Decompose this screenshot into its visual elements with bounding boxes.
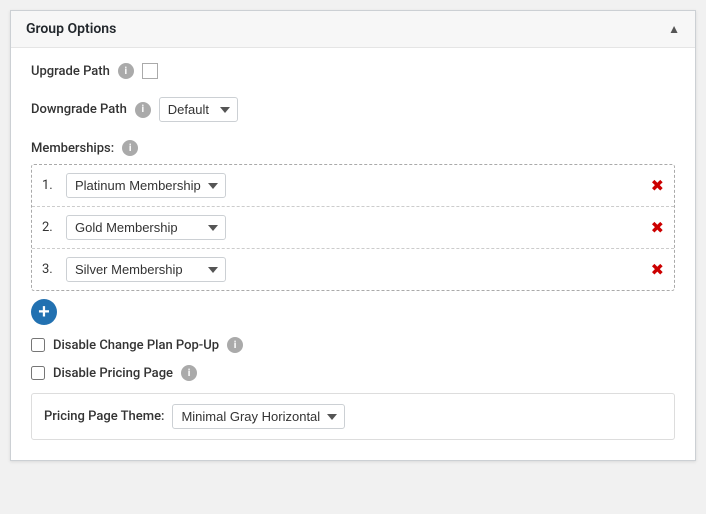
- upgrade-path-label: Upgrade Path: [31, 64, 110, 79]
- pricing-theme-select[interactable]: Minimal Gray Horizontal Default Classic: [172, 404, 345, 429]
- pricing-theme-section: Pricing Page Theme: Minimal Gray Horizon…: [31, 393, 675, 440]
- upgrade-path-row: Upgrade Path i: [31, 63, 675, 79]
- disable-change-plan-row: Disable Change Plan Pop-Up i: [31, 337, 675, 353]
- memberships-label: Memberships:: [31, 141, 114, 156]
- memberships-label-row: Memberships: i: [31, 140, 675, 156]
- membership-number-2: 2.: [42, 220, 60, 235]
- downgrade-path-label: Downgrade Path: [31, 102, 127, 117]
- group-options-panel: Group Options ▲ Upgrade Path i Downgrade…: [10, 10, 696, 461]
- panel-toggle-icon[interactable]: ▲: [668, 22, 680, 36]
- panel-header: Group Options ▲: [11, 11, 695, 48]
- membership-item-3: 3. Platinum Membership Gold Membership S…: [32, 249, 674, 290]
- membership-item-1: 1. Platinum Membership Gold Membership S…: [32, 165, 674, 207]
- memberships-section: Memberships: i 1. Platinum Membership Go…: [31, 140, 675, 325]
- downgrade-path-select[interactable]: Default None Custom: [159, 97, 238, 122]
- membership-item-2: 2. Platinum Membership Gold Membership S…: [32, 207, 674, 249]
- disable-pricing-row: Disable Pricing Page i: [31, 365, 675, 381]
- upgrade-path-info-icon[interactable]: i: [118, 63, 134, 79]
- memberships-info-icon[interactable]: i: [122, 140, 138, 156]
- membership-select-2[interactable]: Platinum Membership Gold Membership Silv…: [66, 215, 226, 240]
- membership-select-1[interactable]: Platinum Membership Gold Membership Silv…: [66, 173, 226, 198]
- disable-change-plan-checkbox[interactable]: [31, 338, 45, 352]
- downgrade-path-row: Downgrade Path i Default None Custom: [31, 97, 675, 122]
- add-membership-button[interactable]: +: [31, 299, 57, 325]
- pricing-theme-label: Pricing Page Theme:: [44, 409, 164, 424]
- membership-number-3: 3.: [42, 262, 60, 277]
- membership-number-1: 1.: [42, 178, 60, 193]
- membership-remove-3[interactable]: ✖: [651, 262, 664, 278]
- membership-select-3[interactable]: Platinum Membership Gold Membership Silv…: [66, 257, 226, 282]
- disable-pricing-info-icon[interactable]: i: [181, 365, 197, 381]
- panel-title: Group Options: [26, 21, 116, 37]
- membership-remove-1[interactable]: ✖: [651, 178, 664, 194]
- membership-list: 1. Platinum Membership Gold Membership S…: [31, 164, 675, 291]
- upgrade-path-checkbox[interactable]: [142, 63, 158, 79]
- disable-pricing-checkbox[interactable]: [31, 366, 45, 380]
- panel-body: Upgrade Path i Downgrade Path i Default …: [11, 48, 695, 460]
- downgrade-path-info-icon[interactable]: i: [135, 102, 151, 118]
- membership-remove-2[interactable]: ✖: [651, 220, 664, 236]
- disable-change-plan-info-icon[interactable]: i: [227, 337, 243, 353]
- disable-pricing-label: Disable Pricing Page: [53, 366, 173, 381]
- disable-change-plan-label: Disable Change Plan Pop-Up: [53, 338, 219, 353]
